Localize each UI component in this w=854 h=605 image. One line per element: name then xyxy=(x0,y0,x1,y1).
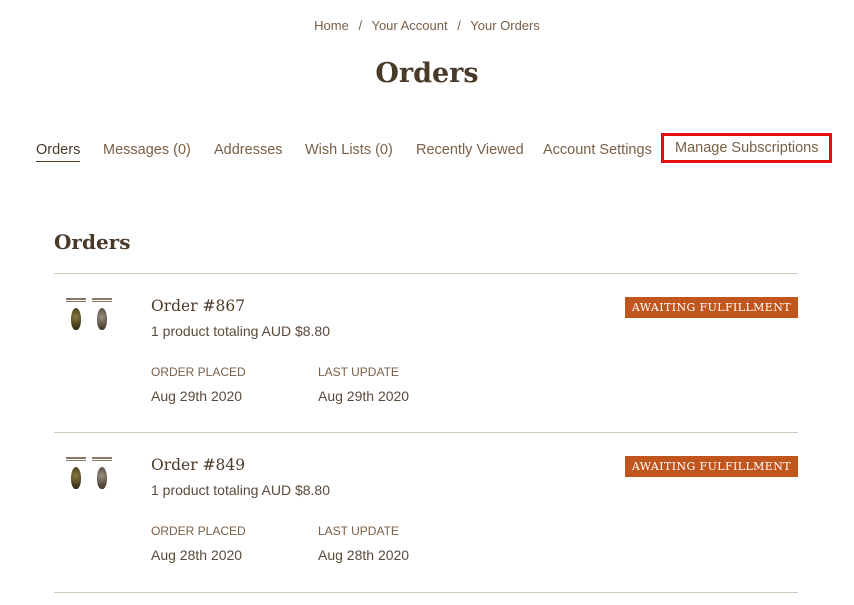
nav-item-wish-lists[interactable]: Wish Lists (0) xyxy=(305,142,393,158)
page-title: Orders xyxy=(375,58,479,89)
last-update-label: LAST UPDATE xyxy=(318,365,399,379)
orders-section-title: Orders xyxy=(54,230,131,254)
nav-item-messages[interactable]: Messages (0) xyxy=(103,142,191,158)
cannabis-product-thumbnail-icon[interactable] xyxy=(64,297,114,337)
cannabis-product-thumbnail-icon[interactable] xyxy=(64,456,114,496)
divider xyxy=(54,273,798,274)
nav-item-account-settings[interactable]: Account Settings xyxy=(543,142,652,158)
account-nav: Orders Messages (0) Addresses Wish Lists… xyxy=(36,133,833,166)
nav-item-addresses[interactable]: Addresses xyxy=(214,142,283,158)
order-item[interactable]: Order #867 1 product totaling AUD $8.80 … xyxy=(54,275,798,415)
breadcrumb-your-orders-link[interactable]: Your Orders xyxy=(470,18,540,33)
status-badge: AWAITING FULFILLMENT xyxy=(624,456,798,477)
order-summary: 1 product totaling AUD $8.80 xyxy=(151,323,331,339)
last-update-label: LAST UPDATE xyxy=(318,524,399,538)
nav-item-recently-viewed[interactable]: Recently Viewed xyxy=(416,142,524,158)
divider xyxy=(54,592,798,593)
breadcrumb-home-link[interactable]: Home xyxy=(314,18,349,33)
nav-item-manage-subscriptions[interactable]: Manage Subscriptions xyxy=(660,133,833,163)
order-number[interactable]: Order #849 xyxy=(151,456,245,474)
breadcrumb-your-account-link[interactable]: Your Account xyxy=(371,18,447,33)
breadcrumb-separator: / xyxy=(457,18,461,33)
breadcrumb-separator: / xyxy=(358,18,363,33)
last-update-date: Aug 29th 2020 xyxy=(318,388,410,404)
order-number[interactable]: Order #867 xyxy=(151,297,245,315)
nav-item-orders[interactable]: Orders xyxy=(36,142,81,162)
status-badge: AWAITING FULFILLMENT xyxy=(624,297,798,318)
order-placed-date: Aug 29th 2020 xyxy=(151,388,243,404)
order-placed-label: ORDER PLACED xyxy=(151,365,246,379)
last-update-date: Aug 28th 2020 xyxy=(318,547,410,563)
order-item[interactable]: Order #849 1 product totaling AUD $8.80 … xyxy=(54,434,798,574)
order-placed-date: Aug 28th 2020 xyxy=(151,547,243,563)
divider xyxy=(54,432,798,433)
order-summary: 1 product totaling AUD $8.80 xyxy=(151,482,331,498)
breadcrumb: Home / Your Account / Your Orders xyxy=(0,18,854,33)
order-placed-label: ORDER PLACED xyxy=(151,524,246,538)
